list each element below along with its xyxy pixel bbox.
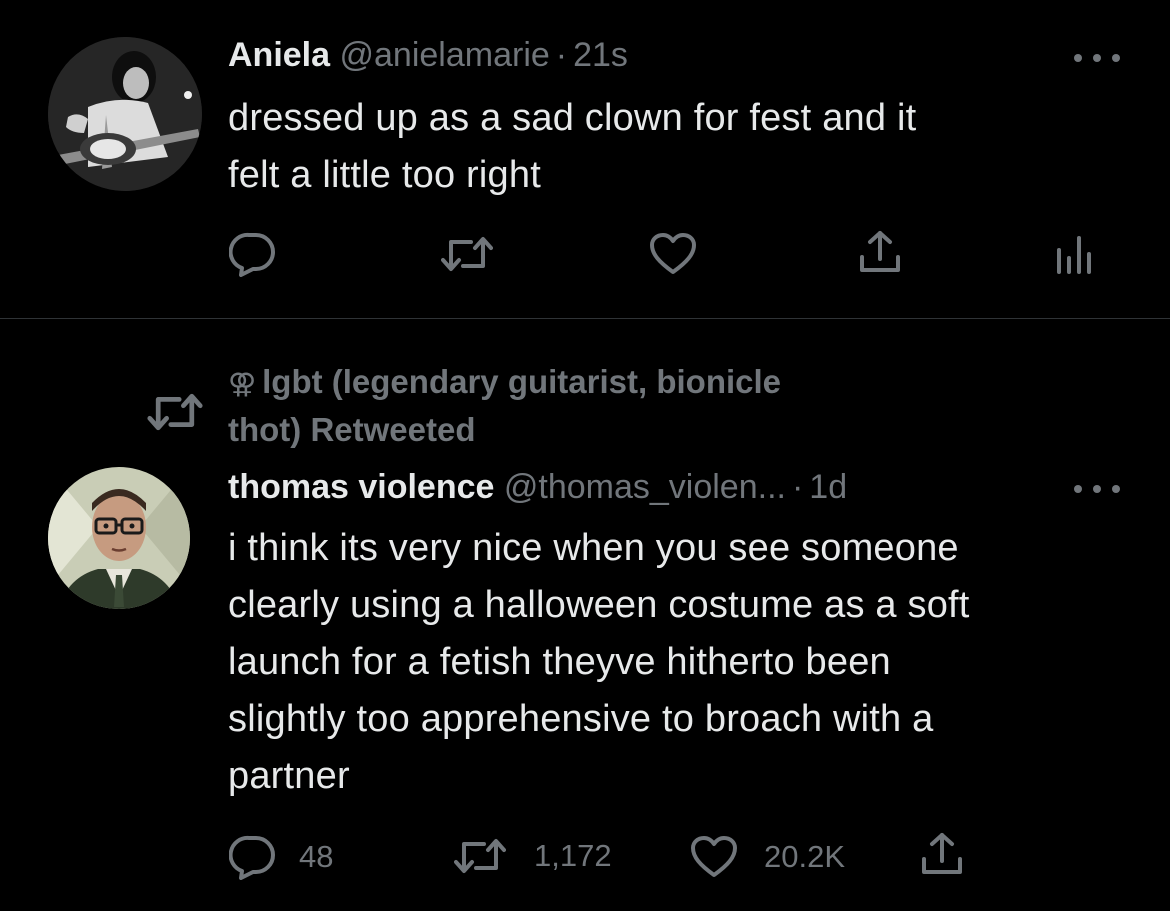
retweeted-by-label[interactable]: ⚢ lgbt (legendary guitarist, bionicle tho… <box>228 359 781 453</box>
retweet-button[interactable] <box>441 234 493 274</box>
like-button[interactable] <box>649 232 697 276</box>
separator-dot: · <box>791 468 804 506</box>
reply-button[interactable]: 48 <box>229 834 333 880</box>
tweet-aniela[interactable]: Aniela @anielamarie · 21s dressed up as a … <box>0 0 1170 318</box>
avatar[interactable] <box>48 467 190 609</box>
avatar[interactable] <box>48 37 202 191</box>
share-button[interactable] <box>919 831 965 877</box>
retweet-count: 1,172 <box>534 838 612 873</box>
tweet-text: dressed up as a sad clown for fest and i… <box>228 97 917 196</box>
share-icon <box>860 231 900 272</box>
analytics-button[interactable] <box>1055 234 1097 274</box>
handle[interactable]: @thomas_violen... <box>504 468 786 506</box>
more-options-icon[interactable] <box>1074 479 1120 499</box>
heart-icon <box>650 233 696 274</box>
heart-icon <box>691 836 737 877</box>
handle[interactable]: @anielamarie <box>340 36 550 74</box>
separator-dot: · <box>555 36 568 74</box>
avatar-image <box>48 467 190 609</box>
reply-button[interactable] <box>229 231 277 277</box>
display-name[interactable]: Aniela <box>228 36 330 74</box>
like-button[interactable]: 20.2K <box>690 835 845 879</box>
double-female-sign-icon: ⚢ <box>228 368 257 399</box>
tweet-header: Aniela @anielamarie · 21s <box>228 33 628 77</box>
share-button[interactable] <box>857 229 903 275</box>
tweet-header: thomas violence @thomas_violen... · 1d <box>228 465 847 509</box>
display-name[interactable]: thomas violence <box>228 468 494 506</box>
timestamp[interactable]: 21s <box>573 36 628 74</box>
reply-icon <box>229 232 275 277</box>
more-options-icon[interactable] <box>1074 48 1120 68</box>
like-count: 20.2K <box>764 839 846 874</box>
retweet-icon <box>454 839 506 873</box>
tweet-text: i think its very nice when you see someo… <box>228 527 970 797</box>
share-icon <box>922 833 962 874</box>
retweet-icon <box>147 393 203 431</box>
tweet-thomas-violence[interactable]: ⚢ lgbt (legendary guitarist, bionicle tho… <box>0 319 1170 911</box>
retweet-icon <box>441 237 493 271</box>
reply-count: 48 <box>299 839 334 874</box>
analytics-icon <box>1057 236 1091 274</box>
timestamp[interactable]: 1d <box>809 468 847 506</box>
reply-icon <box>229 835 275 880</box>
retweet-button[interactable]: 1,172 <box>454 836 612 876</box>
avatar-image <box>48 37 202 191</box>
retweeted-by-text: lgbt (legendary guitarist, bionicle thot… <box>228 363 782 448</box>
